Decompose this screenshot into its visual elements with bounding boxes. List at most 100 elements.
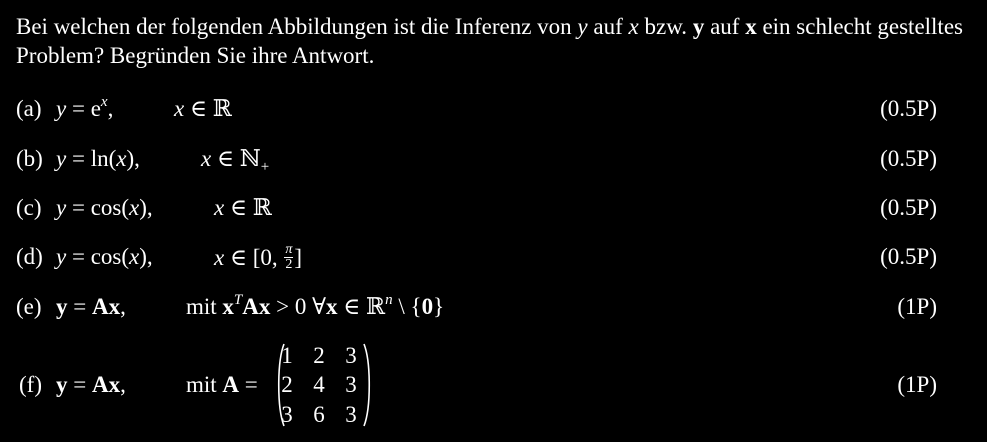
var: x (116, 146, 127, 171)
var: x (129, 244, 140, 269)
op: = cos( (66, 244, 130, 269)
exponent: x (100, 94, 108, 110)
var: y (56, 244, 67, 269)
matrix-cell: 3 (345, 343, 357, 368)
vec-y: y (692, 14, 705, 39)
op: ), (139, 244, 153, 269)
op: = (67, 372, 92, 397)
matrix-cell: 2 (281, 372, 293, 397)
item-d: (d) y = cos(x), x ∈ [0, π 2] (0.5P) (0, 242, 987, 275)
item-points: (1P) (897, 294, 937, 319)
intro-part: auf (704, 14, 746, 39)
vec: x (222, 294, 234, 319)
item-c-function: y = cos(x), (56, 196, 153, 219)
op: , (120, 372, 126, 397)
item-a: (a) y = ex, x ∈ ℝ (0.5P) (0, 94, 987, 127)
item-label: (a) (16, 96, 42, 121)
var-y: y (577, 14, 588, 39)
matrix-cell: 2 (313, 343, 325, 368)
item-points: (0.5P) (880, 146, 937, 171)
exercise-page: Bei welchen der folgenden Abbildungen is… (0, 0, 987, 442)
matrix-cell: 3 (345, 372, 357, 397)
op: ∈ [0, (224, 244, 284, 270)
numerator: π (284, 242, 294, 258)
op: = (239, 372, 258, 397)
word: mit (186, 372, 223, 397)
fraction: π2 (284, 242, 294, 272)
vec: y (56, 372, 68, 397)
matrix-cell: 1 (281, 343, 293, 368)
op: > 0 ∀ (270, 294, 326, 319)
item-points: (0.5P) (880, 96, 937, 121)
op: = cos( (66, 195, 130, 220)
op: ∈ ℕ (211, 146, 261, 171)
exponent: n (385, 292, 393, 308)
item-points: (1P) (897, 372, 937, 397)
op: , (120, 294, 126, 319)
item-b-domain: x ∈ ℕ+ (201, 146, 269, 175)
var: x (201, 146, 212, 171)
item-f-condition: mit A = (186, 373, 258, 396)
op: , (107, 96, 114, 121)
item-e: (e) y = Ax, mit xTAx > 0 ∀x ∈ ℝn \ {0} (… (0, 292, 987, 325)
matrix-cell: 3 (281, 402, 293, 427)
op: ] (294, 244, 303, 270)
intro-part: auf (587, 14, 629, 39)
var: y (56, 195, 67, 220)
var-x: x (628, 14, 639, 39)
item-label: (d) (16, 244, 43, 269)
op: \ { (392, 294, 422, 319)
vec: 0 (421, 294, 434, 319)
matrix-cell: 4 (313, 372, 325, 397)
vec: Ax (91, 294, 121, 319)
vec: y (56, 294, 68, 319)
op: ), (139, 195, 153, 220)
vec-x: x (745, 14, 757, 39)
subscript: + (260, 159, 270, 175)
word: mit (186, 294, 223, 319)
item-a-function: y = ex, (56, 94, 114, 121)
matrix-a: 1 2 3 2 4 3 3 6 3 (276, 342, 372, 428)
var: x (174, 96, 185, 121)
vec: Ax (242, 294, 271, 319)
transpose: T (233, 292, 243, 308)
item-c: (c) y = cos(x), x ∈ ℝ (0.5P) (0, 196, 987, 226)
item-c-domain: x ∈ ℝ (214, 196, 272, 219)
item-label: (b) (16, 146, 43, 171)
var: x (129, 195, 140, 220)
intro-part: bzw. (638, 14, 693, 39)
item-label: (f) (19, 372, 42, 397)
denominator: 2 (285, 257, 293, 272)
op: = (67, 294, 92, 319)
var: x (214, 195, 225, 220)
op: ∈ ℝ (337, 294, 386, 319)
item-a-domain: x ∈ ℝ (174, 97, 232, 120)
item-label: (c) (16, 195, 42, 220)
var: x (214, 244, 225, 270)
op: ∈ ℝ (224, 195, 272, 220)
op: ∈ ℝ (184, 96, 232, 121)
op: = ln( (66, 146, 117, 171)
op: } (433, 294, 445, 319)
question-text: Bei welchen der folgenden Abbildungen is… (16, 12, 966, 70)
op: = e (66, 96, 101, 121)
intro-part: Bei welchen der folgenden Abbildungen is… (16, 14, 578, 39)
vec: x (326, 294, 338, 319)
item-b: (b) y = ln(x), x ∈ ℕ+ (0.5P) (0, 147, 987, 177)
item-d-domain: x ∈ [0, π 2] (214, 242, 303, 274)
matrix-cell: 6 (313, 402, 325, 427)
matrix-cell: 3 (345, 402, 357, 427)
vec: Ax (91, 372, 121, 397)
op: ), (126, 146, 140, 171)
item-points: (0.5P) (880, 195, 937, 220)
item-f: (f) y = Ax, mit A = (1P) (0, 373, 987, 403)
item-points: (0.5P) (880, 244, 937, 269)
item-b-function: y = ln(x), (56, 147, 140, 170)
item-d-function: y = cos(x), (56, 245, 153, 268)
item-f-function: y = Ax, (56, 373, 126, 396)
matrix-name: A (222, 372, 240, 397)
var: y (56, 146, 67, 171)
item-e-function: y = Ax, (56, 295, 126, 318)
var: y (56, 96, 67, 121)
item-label: (e) (16, 294, 42, 319)
